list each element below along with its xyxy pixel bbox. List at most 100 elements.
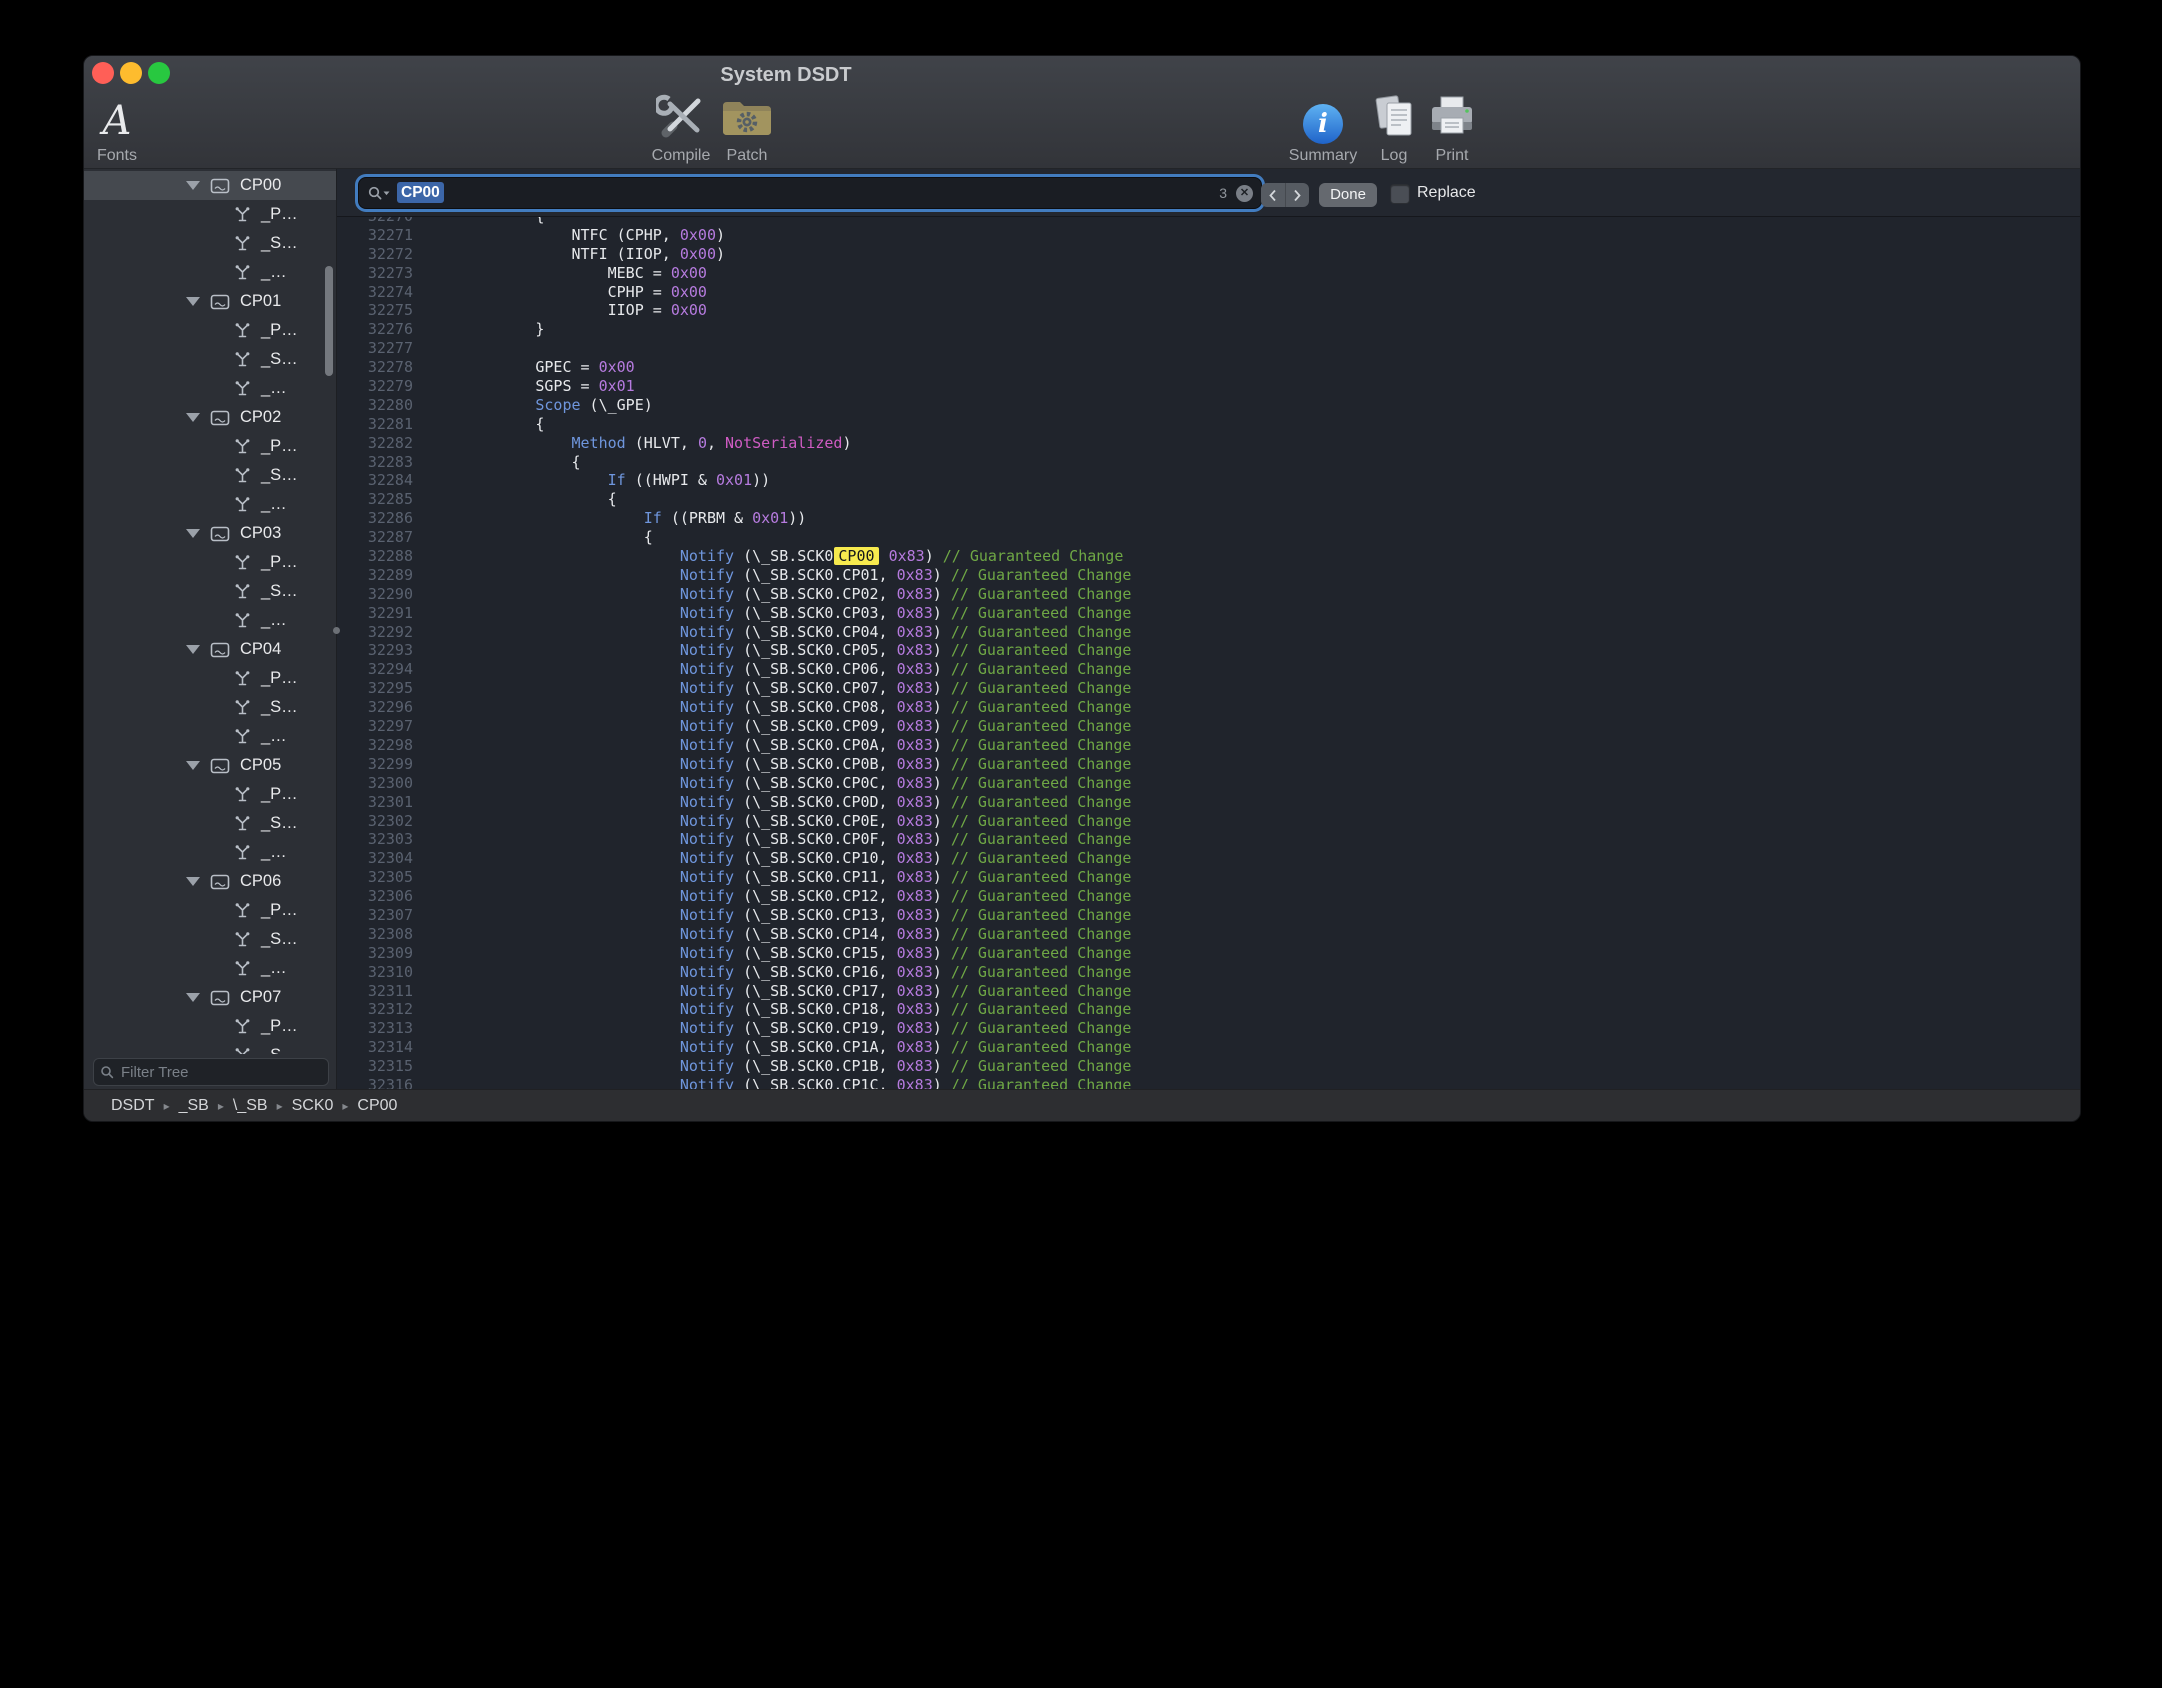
tree-item-method[interactable]: _…: [84, 258, 336, 287]
code-line[interactable]: 32295 Notify (\_SB.SCK0.CP07, 0x83) // G…: [337, 679, 1131, 698]
code-line[interactable]: 32274 CPHP = 0x00: [337, 283, 1131, 302]
code-line[interactable]: 32300 Notify (\_SB.SCK0.CP0C, 0x83) // G…: [337, 774, 1131, 793]
code-line[interactable]: 32292 Notify (\_SB.SCK0.CP04, 0x83) // G…: [337, 623, 1131, 642]
tree-item-method[interactable]: _P…: [84, 896, 336, 925]
tree-item-cp07[interactable]: CP07: [84, 983, 336, 1012]
code-line[interactable]: 32285 {: [337, 490, 1131, 509]
tree-item-method[interactable]: _P…: [84, 1012, 336, 1041]
code-line[interactable]: 32309 Notify (\_SB.SCK0.CP15, 0x83) // G…: [337, 944, 1131, 963]
tree-item-method[interactable]: _P…: [84, 780, 336, 809]
breadcrumb-item[interactable]: \_SB: [233, 1097, 268, 1115]
code-line[interactable]: 32301 Notify (\_SB.SCK0.CP0D, 0x83) // G…: [337, 793, 1131, 812]
tree-item-method[interactable]: _…: [84, 722, 336, 751]
code-line[interactable]: 32315 Notify (\_SB.SCK0.CP1B, 0x83) // G…: [337, 1057, 1131, 1076]
disclosure-triangle-icon[interactable]: [186, 645, 200, 654]
code-line[interactable]: 32314 Notify (\_SB.SCK0.CP1A, 0x83) // G…: [337, 1038, 1131, 1057]
code-line[interactable]: 32296 Notify (\_SB.SCK0.CP08, 0x83) // G…: [337, 698, 1131, 717]
code-line[interactable]: 32276 }: [337, 320, 1131, 339]
find-input[interactable]: CP00 3 ✕: [359, 178, 1261, 208]
tree-item-method[interactable]: _S…: [84, 809, 336, 838]
tree-item-method[interactable]: _S…: [84, 925, 336, 954]
tree-item-method[interactable]: _…: [84, 606, 336, 635]
code-line[interactable]: 32277: [337, 339, 1131, 358]
breadcrumb-item[interactable]: SCK0: [292, 1097, 334, 1115]
code-line[interactable]: 32304 Notify (\_SB.SCK0.CP10, 0x83) // G…: [337, 849, 1131, 868]
tree-item-method[interactable]: _S…: [84, 461, 336, 490]
code-line[interactable]: 32273 MEBC = 0x00: [337, 264, 1131, 283]
code-line[interactable]: 32290 Notify (\_SB.SCK0.CP02, 0x83) // G…: [337, 585, 1131, 604]
tree-item-cp01[interactable]: CP01: [84, 287, 336, 316]
tree-item-cp06[interactable]: CP06: [84, 867, 336, 896]
code-line[interactable]: 32305 Notify (\_SB.SCK0.CP11, 0x83) // G…: [337, 868, 1131, 887]
code-line[interactable]: 32310 Notify (\_SB.SCK0.CP16, 0x83) // G…: [337, 963, 1131, 982]
tree-item-cp00[interactable]: CP00: [84, 171, 336, 200]
disclosure-triangle-icon[interactable]: [186, 761, 200, 770]
code-line[interactable]: 32275 IIOP = 0x00: [337, 301, 1131, 320]
code-line[interactable]: 32281 {: [337, 415, 1131, 434]
find-previous-button[interactable]: [1261, 183, 1285, 207]
done-button[interactable]: Done: [1319, 183, 1377, 207]
code-line[interactable]: 32284 If ((HWPI & 0x01)): [337, 471, 1131, 490]
code-line[interactable]: 32288 Notify (\_SB.SCK0CP00 0x83) // Gua…: [337, 547, 1131, 566]
tree-item-method[interactable]: _P…: [84, 664, 336, 693]
tree-item-cp02[interactable]: CP02: [84, 403, 336, 432]
code-line[interactable]: 32303 Notify (\_SB.SCK0.CP0F, 0x83) // G…: [337, 830, 1131, 849]
print-toolbar-button[interactable]: Print: [1407, 92, 1497, 165]
code-line[interactable]: 32289 Notify (\_SB.SCK0.CP01, 0x83) // G…: [337, 566, 1131, 585]
code-line[interactable]: 32298 Notify (\_SB.SCK0.CP0A, 0x83) // G…: [337, 736, 1131, 755]
code-line[interactable]: 32270 {: [337, 217, 1131, 226]
code-line[interactable]: 32293 Notify (\_SB.SCK0.CP05, 0x83) // G…: [337, 641, 1131, 660]
code-line[interactable]: 32312 Notify (\_SB.SCK0.CP18, 0x83) // G…: [337, 1000, 1131, 1019]
code-line[interactable]: 32291 Notify (\_SB.SCK0.CP03, 0x83) // G…: [337, 604, 1131, 623]
code-line[interactable]: 32316 Notify (\_SB.SCK0.CP1C, 0x83) // G…: [337, 1076, 1131, 1090]
code-line[interactable]: 32271 NTFC (CPHP, 0x00): [337, 226, 1131, 245]
code-line[interactable]: 32302 Notify (\_SB.SCK0.CP0E, 0x83) // G…: [337, 812, 1131, 831]
code-line[interactable]: 32286 If ((PRBM & 0x01)): [337, 509, 1131, 528]
minimize-window-button[interactable]: [120, 62, 142, 84]
code-line[interactable]: 32283 {: [337, 453, 1131, 472]
patch-toolbar-button[interactable]: Patch: [702, 92, 792, 165]
breadcrumb-item[interactable]: CP00: [357, 1097, 397, 1115]
tree-item-method[interactable]: _P…: [84, 548, 336, 577]
filter-field[interactable]: [93, 1058, 329, 1086]
code-line[interactable]: 32308 Notify (\_SB.SCK0.CP14, 0x83) // G…: [337, 925, 1131, 944]
code-line[interactable]: 32313 Notify (\_SB.SCK0.CP19, 0x83) // G…: [337, 1019, 1131, 1038]
code-editor[interactable]: 32270 {32271 NTFC (CPHP, 0x00)32272 NTFI…: [337, 217, 2080, 1090]
disclosure-triangle-icon[interactable]: [186, 993, 200, 1002]
tree-item-cp05[interactable]: CP05: [84, 751, 336, 780]
disclosure-triangle-icon[interactable]: [186, 529, 200, 538]
tree-item-method[interactable]: _P…: [84, 200, 336, 229]
fonts-toolbar-button[interactable]: A Fonts: [83, 92, 162, 165]
zoom-window-button[interactable]: [148, 62, 170, 84]
tree-item-method[interactable]: _P…: [84, 432, 336, 461]
find-next-button[interactable]: [1285, 183, 1310, 207]
filter-tree-input[interactable]: [119, 1063, 322, 1082]
code-line[interactable]: 32311 Notify (\_SB.SCK0.CP17, 0x83) // G…: [337, 982, 1131, 1001]
code-line[interactable]: 32272 NTFI (IIOP, 0x00): [337, 245, 1131, 264]
tree-item-method[interactable]: _S…: [84, 1041, 336, 1054]
tree-item-method[interactable]: _S…: [84, 345, 336, 374]
tree-item-method[interactable]: _S…: [84, 577, 336, 606]
tree-item-method[interactable]: _P…: [84, 316, 336, 345]
code-line[interactable]: 32297 Notify (\_SB.SCK0.CP09, 0x83) // G…: [337, 717, 1131, 736]
code-line[interactable]: 32294 Notify (\_SB.SCK0.CP06, 0x83) // G…: [337, 660, 1131, 679]
clear-search-icon[interactable]: ✕: [1236, 185, 1253, 202]
code-line[interactable]: 32280 Scope (\_GPE): [337, 396, 1131, 415]
tree-item-cp04[interactable]: CP04: [84, 635, 336, 664]
code-line[interactable]: 32306 Notify (\_SB.SCK0.CP12, 0x83) // G…: [337, 887, 1131, 906]
code-line[interactable]: 32307 Notify (\_SB.SCK0.CP13, 0x83) // G…: [337, 906, 1131, 925]
code-line[interactable]: 32299 Notify (\_SB.SCK0.CP0B, 0x83) // G…: [337, 755, 1131, 774]
disclosure-triangle-icon[interactable]: [186, 297, 200, 306]
disclosure-triangle-icon[interactable]: [186, 181, 200, 190]
tree-item-method[interactable]: _S…: [84, 693, 336, 722]
tree-item-cp03[interactable]: CP03: [84, 519, 336, 548]
disclosure-triangle-icon[interactable]: [186, 877, 200, 886]
tree-item-method[interactable]: _…: [84, 838, 336, 867]
disclosure-triangle-icon[interactable]: [186, 413, 200, 422]
tree-item-method[interactable]: _…: [84, 374, 336, 403]
code-line[interactable]: 32278 GPEC = 0x00: [337, 358, 1131, 377]
breadcrumb-item[interactable]: _SB: [179, 1097, 209, 1115]
breadcrumb-item[interactable]: DSDT: [111, 1097, 155, 1115]
code-line[interactable]: 32287 {: [337, 528, 1131, 547]
code-line[interactable]: 32279 SGPS = 0x01: [337, 377, 1131, 396]
